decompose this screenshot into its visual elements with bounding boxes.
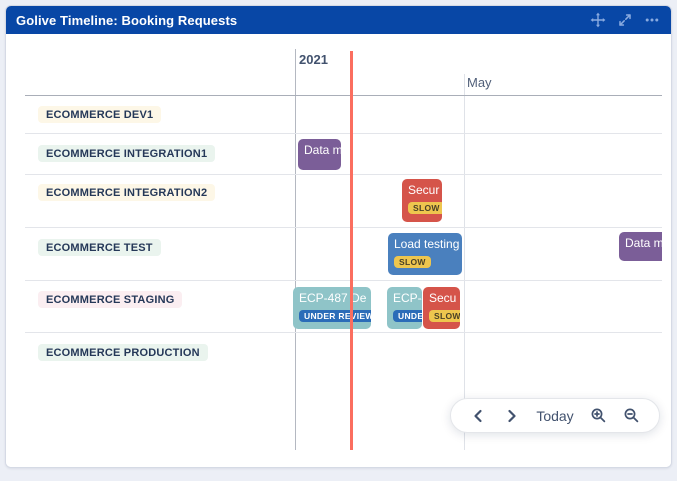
status-badge-slow: SLOW	[394, 256, 431, 268]
drag-handle-button[interactable]	[589, 11, 607, 29]
year-gridline	[295, 49, 296, 450]
row-divider	[25, 332, 662, 333]
booking-bar-label: Data m	[625, 236, 662, 251]
status-badge-under-review: UNDER REVIEW	[393, 310, 422, 322]
expand-button[interactable]	[616, 11, 634, 29]
timeline-canvas: 2021 May ECOMMERCE DEV1 ECOMMERCE INTEGR…	[6, 34, 671, 467]
booking-bar-label: ECP-487 De	[299, 291, 371, 306]
booking-bar-label: Secu	[429, 291, 460, 306]
move-icon	[590, 12, 606, 28]
environment-label-integration1[interactable]: ECOMMERCE INTEGRATION1	[38, 145, 215, 162]
more-icon	[644, 12, 660, 28]
gadget-header: Golive Timeline: Booking Requests	[6, 6, 671, 34]
status-badge-under-review: UNDER REVIEW	[299, 310, 371, 322]
chevron-left-icon	[473, 409, 483, 423]
environment-label-test[interactable]: ECOMMERCE TEST	[38, 239, 161, 256]
booking-bar-data-test[interactable]: Data m	[619, 232, 662, 261]
booking-bar-ecp487-staging[interactable]: ECP-487 De UNDER REVIEW	[293, 287, 371, 329]
zoom-in-button[interactable]	[587, 405, 609, 427]
zoom-in-icon	[590, 407, 607, 424]
booking-bar-security-integration2[interactable]: Secur SLOW	[402, 179, 442, 222]
axis-bottom-divider	[25, 95, 662, 96]
booking-bar-security-staging[interactable]: Secu SLOW	[423, 287, 460, 329]
zoom-out-icon	[623, 407, 640, 424]
environment-label-staging[interactable]: ECOMMERCE STAGING	[38, 291, 182, 308]
golive-timeline-gadget: Golive Timeline: Booking Requests	[5, 5, 672, 468]
row-divider	[25, 280, 662, 281]
page-background: Golive Timeline: Booking Requests	[0, 0, 677, 481]
booking-bar-data-integration1[interactable]: Data m	[298, 139, 341, 170]
axis-year-label: 2021	[299, 52, 328, 67]
expand-icon	[618, 13, 632, 27]
row-divider	[25, 227, 662, 228]
booking-bar-label: Secur	[408, 183, 442, 198]
environment-label-dev1[interactable]: ECOMMERCE DEV1	[38, 106, 161, 123]
timeline-nav-toolbar: Today	[450, 398, 660, 433]
status-badge-slow: SLOW	[408, 202, 442, 214]
environment-label-integration2[interactable]: ECOMMERCE INTEGRATION2	[38, 184, 215, 201]
booking-bar-label: ECP-4	[393, 291, 422, 306]
prev-button[interactable]	[467, 405, 489, 427]
gadget-header-actions	[589, 11, 661, 29]
today-line	[350, 51, 353, 450]
axis-month-label: May	[467, 75, 492, 90]
booking-bar-ecp-staging[interactable]: ECP-4 UNDER REVIEW	[387, 287, 422, 329]
environment-label-production[interactable]: ECOMMERCE PRODUCTION	[38, 344, 208, 361]
today-button[interactable]: Today	[534, 408, 575, 424]
booking-bar-label: Load testing	[394, 237, 462, 252]
row-divider	[25, 133, 662, 134]
gadget-title: Golive Timeline: Booking Requests	[16, 13, 237, 28]
month-gridline	[464, 74, 465, 450]
booking-bar-load-testing[interactable]: Load testing SLOW	[388, 233, 462, 275]
chevron-right-icon	[507, 409, 517, 423]
zoom-out-button[interactable]	[621, 405, 643, 427]
booking-bar-label: Data m	[304, 143, 341, 158]
row-divider	[25, 174, 662, 175]
status-badge-slow: SLOW	[429, 310, 460, 322]
next-button[interactable]	[501, 405, 523, 427]
more-button[interactable]	[643, 11, 661, 29]
